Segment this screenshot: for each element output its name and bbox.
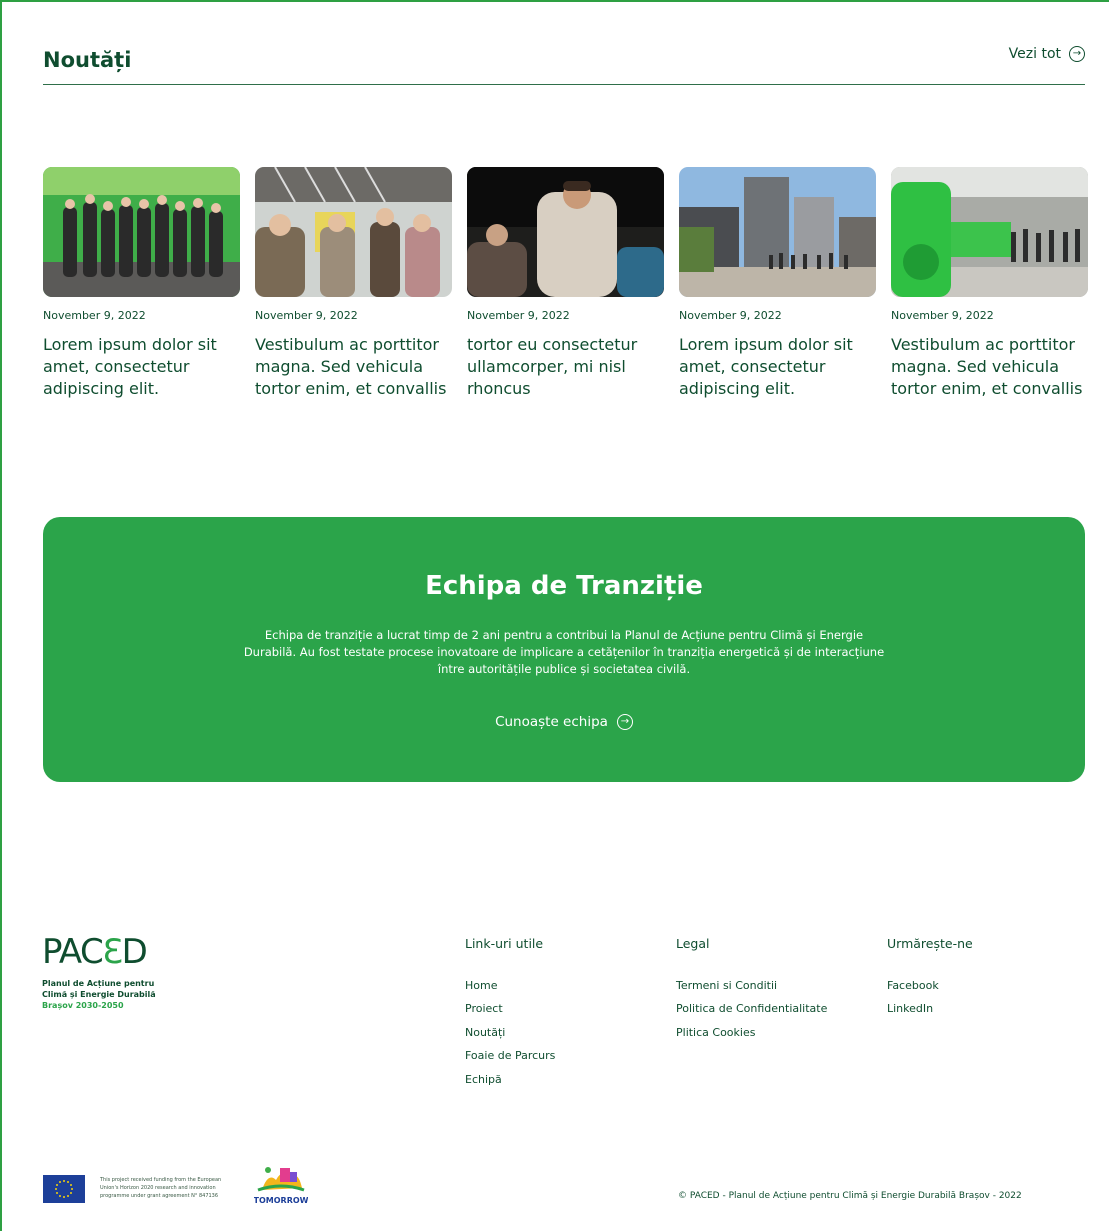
news-card-date: November 9, 2022 [467, 309, 570, 322]
team-title: Echipa de Tranziție [425, 571, 703, 601]
footer-link-facebook[interactable]: Facebook [887, 979, 973, 1002]
footer-legal: Legal Termeni si Conditii Politica de Co… [676, 936, 827, 1049]
see-all-label: Vezi tot [1008, 46, 1061, 62]
news-card-photo [255, 167, 452, 297]
arrow-right-circle-icon: → [1069, 46, 1085, 62]
news-header: Noutăți Vezi tot → [43, 44, 1085, 85]
news-card[interactable]: November 9, 2022 Vestibulum ac porttitor… [255, 167, 452, 400]
news-cards: November 9, 2022 Lorem ipsum dolor sit a… [43, 167, 1088, 400]
footer-bottom: This project received funding from the E… [43, 1160, 1085, 1210]
footer-link-team[interactable]: Echipă [465, 1073, 555, 1096]
news-card-date: November 9, 2022 [43, 309, 146, 322]
team-banner: Echipa de Tranziție Echipa de tranziție … [43, 517, 1085, 782]
news-card-date: November 9, 2022 [891, 309, 994, 322]
news-card-title[interactable]: Vestibulum ac porttitor magna. Sed vehic… [255, 334, 452, 400]
news-card[interactable]: November 9, 2022 tortor eu consectetur u… [467, 167, 664, 400]
logo-tagline: Planul de Acțiune pentru Climă și Energi… [42, 979, 156, 1010]
news-card-photo [891, 167, 1088, 297]
team-description: Echipa de tranziție a lucrat timp de 2 a… [243, 628, 885, 676]
footer-column-title: Link-uri utile [465, 936, 544, 951]
footer-link-terms[interactable]: Termeni si Conditii [676, 979, 827, 1002]
news-card[interactable]: November 9, 2022 Lorem ipsum dolor sit a… [43, 167, 240, 400]
copyright-text: © PACED - Planul de Acțiune pentru Climă… [678, 1191, 1022, 1201]
tomorrow-logo: TOMORROW [254, 1162, 309, 1206]
news-card-date: November 9, 2022 [679, 309, 782, 322]
footer-link-privacy[interactable]: Politica de Confidentialitate [676, 1002, 827, 1025]
arrow-right-circle-icon: → [616, 714, 633, 730]
meet-team-label: Cunoaște echipa [495, 714, 608, 730]
news-card-date: November 9, 2022 [255, 309, 358, 322]
footer-column-title: Legal [676, 936, 710, 951]
footer-useful-links: Link-uri utile Home Proiect Noutăți Foai… [465, 936, 555, 1096]
footer-link-roadmap[interactable]: Foaie de Parcurs [465, 1049, 555, 1072]
footer-link-project[interactable]: Proiect [465, 1002, 555, 1025]
footer-link-linkedin[interactable]: LinkedIn [887, 1002, 973, 1025]
news-card-title[interactable]: Vestibulum ac porttitor magna. Sed vehic… [891, 334, 1088, 400]
news-card-photo [43, 167, 240, 297]
news-card[interactable]: November 9, 2022 Lorem ipsum dolor sit a… [679, 167, 876, 400]
see-all-link[interactable]: Vezi tot → [1009, 46, 1085, 62]
news-card-title[interactable]: Lorem ipsum dolor sit amet, consectetur … [43, 334, 240, 400]
footer-column-title: Urmărește-ne [887, 936, 973, 951]
news-card-photo [679, 167, 876, 297]
eu-flag-icon [43, 1175, 85, 1203]
meet-team-link[interactable]: Cunoaște echipa → [43, 714, 1085, 730]
news-card[interactable]: November 9, 2022 Vestibulum ac porttitor… [891, 167, 1088, 400]
footer-link-home[interactable]: Home [465, 979, 555, 1002]
eu-funding-text: This project received funding from the E… [100, 1177, 222, 1199]
logo-wordmark: PACƐD [42, 932, 148, 972]
paced-logo[interactable]: PACƐD Planul de Acțiune pentru Climă și … [42, 934, 156, 1011]
news-title: Noutăți [43, 48, 132, 72]
news-card-photo [467, 167, 664, 297]
footer-link-news[interactable]: Noutăți [465, 1026, 555, 1049]
footer-link-cookies[interactable]: Plitica Cookies [676, 1026, 827, 1049]
news-card-title[interactable]: tortor eu consectetur ullamcorper, mi ni… [467, 334, 664, 400]
footer-follow: Urmărește-ne Facebook LinkedIn [887, 936, 973, 1026]
news-card-title[interactable]: Lorem ipsum dolor sit amet, consectetur … [679, 334, 876, 400]
tomorrow-logo-label: TOMORROW [254, 1196, 308, 1205]
